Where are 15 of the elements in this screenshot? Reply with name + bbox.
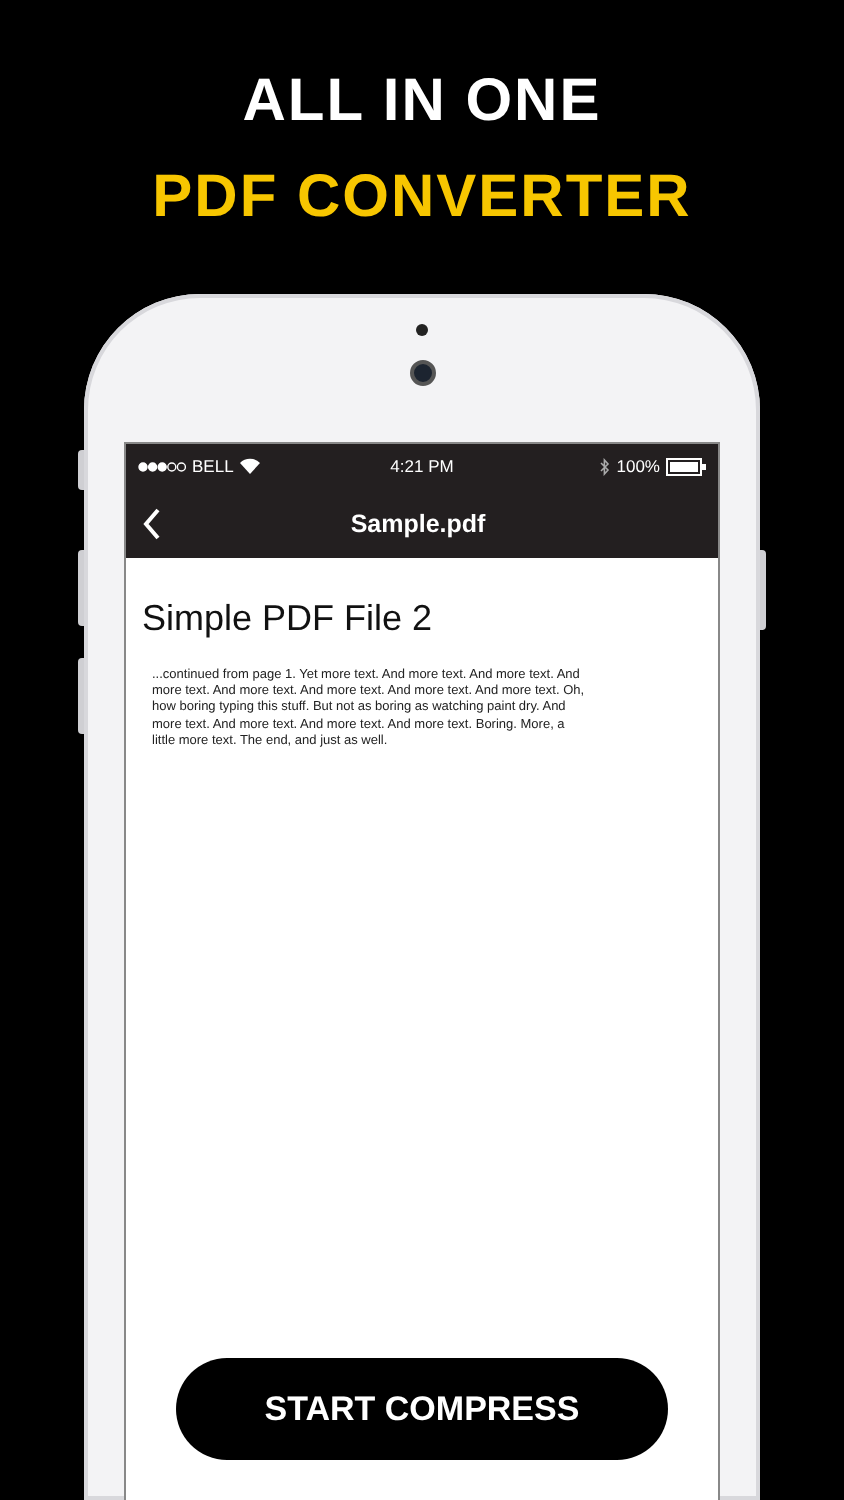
document-title: Simple PDF File 2 xyxy=(142,598,435,640)
start-compress-button[interactable]: START COMPRESS xyxy=(176,1358,668,1460)
signal-icon xyxy=(138,461,186,471)
clock: 4:21 PM xyxy=(390,456,454,476)
headline: PDF CONVERTER xyxy=(152,162,692,234)
nav-title: Sample.pdf xyxy=(348,509,488,537)
battery-icon xyxy=(666,457,706,475)
camera-icon xyxy=(409,360,435,386)
wifi-icon xyxy=(239,458,260,474)
carrier-label: BELL xyxy=(192,456,234,476)
headline: ALL IN ONE xyxy=(242,66,602,138)
back-icon[interactable] xyxy=(142,507,162,539)
battery-percentage: 100% xyxy=(616,456,660,476)
bluetooth-icon xyxy=(600,457,611,475)
speaker-icon xyxy=(416,324,428,336)
